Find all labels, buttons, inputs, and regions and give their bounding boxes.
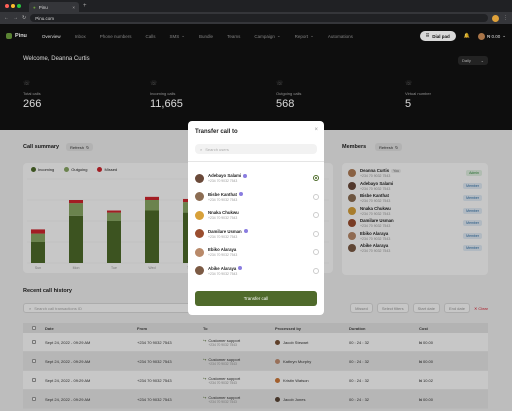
user-phone: +234 70 9032 7543 [208, 179, 238, 184]
transfer-call-button[interactable]: Transfer call [195, 291, 317, 306]
search-placeholder: Search users [205, 146, 229, 152]
user-name: Abike Alaraya [208, 265, 237, 271]
browser-menu-icon[interactable]: ⋮ [503, 15, 508, 21]
close-tab-icon[interactable]: × [72, 5, 75, 10]
user-phone: +234 70 9032 7543 [208, 197, 238, 202]
window-controls [5, 4, 21, 8]
user-name: Bisbe Kanthat [208, 191, 237, 197]
user-phone: +234 70 9032 7543 [208, 216, 238, 221]
avatar [195, 210, 204, 220]
user-info: Bisbe Kanthat +234 70 9032 7543 [208, 192, 243, 202]
user-option[interactable]: Abike Alaraya +234 70 9032 7543 [195, 262, 319, 281]
user-info: Adebayo Salami +234 70 9032 7543 [208, 173, 248, 184]
user-info: Ebiko Alaraya +234 70 9032 7543 [208, 247, 237, 257]
browser-profile-avatar[interactable] [492, 14, 499, 22]
user-name-row: Ebiko Alaraya [208, 247, 237, 252]
user-name-row: Nnaka Chukwu [208, 210, 239, 215]
verified-icon [238, 192, 243, 197]
user-phone: +234 70 9032 7543 [208, 253, 238, 258]
user-name: Ebiko Alaraya [208, 247, 237, 253]
browser-tab[interactable]: ● Pinu × [29, 2, 79, 12]
user-radio[interactable] [313, 249, 319, 256]
user-option[interactable]: Nnaka Chukwu +234 70 9032 7543 [195, 206, 319, 225]
user-name-row: Abike Alaraya [208, 265, 243, 271]
user-name-row: Adebayo Salami [208, 173, 248, 179]
url-text: Pinu.com [35, 15, 54, 21]
tab-title: Pinu [38, 4, 48, 10]
close-icon[interactable]: × [314, 127, 318, 133]
user-phone: +234 70 9032 7543 [208, 234, 238, 239]
maximize-window-button[interactable] [17, 4, 21, 8]
transfer-call-modal: Transfer call to × ⌕ Search users Adebay… [188, 121, 324, 315]
avatar [195, 247, 204, 257]
user-name: Adebayo Salami [208, 173, 242, 179]
user-phone: +234 70 9032 7543 [208, 271, 238, 276]
user-radio[interactable] [313, 267, 319, 274]
user-name-row: Damilare Usman [208, 229, 248, 234]
user-radio[interactable] [313, 212, 319, 219]
user-option[interactable]: Adebayo Salami +234 70 9032 7543 [195, 169, 319, 188]
browser-tab-bar: ● Pinu × + [0, 0, 512, 12]
user-info: Damilare Usman +234 70 9032 7543 [208, 229, 248, 239]
reload-icon[interactable]: ↻ [22, 15, 26, 21]
user-radio[interactable] [313, 175, 319, 182]
modal-title: Transfer call to [195, 129, 238, 135]
user-option[interactable]: Ebiko Alaraya +234 70 9032 7543 [195, 243, 319, 262]
user-name: Nnaka Chukwu [208, 210, 239, 216]
back-icon[interactable]: ← [4, 15, 9, 21]
avatar [195, 192, 204, 202]
address-bar[interactable]: Pinu.com [30, 14, 488, 22]
forward-icon[interactable]: → [13, 15, 18, 21]
avatar [195, 266, 204, 276]
verified-icon [243, 229, 248, 234]
user-list: Adebayo Salami +234 70 9032 7543 Bisbe Kan… [195, 169, 319, 280]
new-tab-icon[interactable]: + [83, 3, 87, 9]
close-window-button[interactable] [5, 4, 9, 8]
user-info: Nnaka Chukwu +234 70 9032 7543 [208, 210, 239, 220]
avatar [195, 229, 204, 239]
verified-icon [238, 266, 243, 271]
tab-favicon-icon: ● [33, 4, 36, 10]
user-option[interactable]: Damilare Usman +234 70 9032 7543 [195, 225, 319, 244]
avatar [195, 173, 204, 183]
minimize-window-button[interactable] [11, 4, 15, 8]
user-name: Damilare Usman [208, 228, 242, 234]
divider [188, 161, 324, 162]
header-dim-overlay [0, 24, 512, 130]
verified-icon [243, 173, 248, 178]
user-radio[interactable] [313, 193, 319, 200]
user-search-input[interactable]: ⌕ Search users [195, 144, 317, 154]
search-icon: ⌕ [200, 146, 203, 152]
browser-toolbar: ← → ↻ Pinu.com ⋮ [0, 12, 512, 24]
user-radio[interactable] [313, 230, 319, 237]
user-name-row: Bisbe Kanthat [208, 192, 243, 197]
user-info: Abike Alaraya +234 70 9032 7543 [208, 265, 243, 276]
user-option[interactable]: Bisbe Kanthat +234 70 9032 7543 [195, 188, 319, 207]
